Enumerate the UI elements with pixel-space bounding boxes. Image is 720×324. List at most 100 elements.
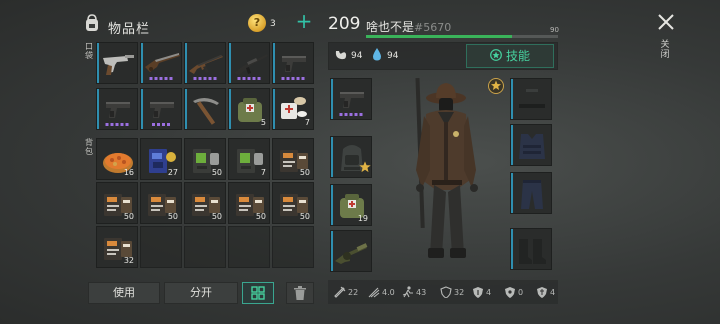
quick-slot[interactable]: 7 bbox=[272, 88, 314, 130]
combat-stat-value: 32 bbox=[454, 287, 465, 297]
rarity-dot bbox=[291, 77, 295, 80]
close-icon[interactable] bbox=[656, 12, 676, 32]
rarity-dot bbox=[169, 77, 173, 80]
slot-accent bbox=[511, 229, 513, 269]
quick-slot[interactable] bbox=[184, 42, 226, 84]
armor-slot[interactable] bbox=[510, 78, 552, 120]
player-name: 啥也不是#5670 bbox=[366, 18, 451, 35]
quick-slot[interactable] bbox=[272, 42, 314, 84]
quick-slot[interactable]: 5 bbox=[228, 88, 270, 130]
rarity-dot bbox=[149, 77, 153, 80]
shield-icon bbox=[473, 287, 483, 298]
item-quantity: 50 bbox=[255, 212, 266, 221]
empty-slot[interactable] bbox=[272, 226, 314, 268]
backpack-slot[interactable]: 50 bbox=[184, 138, 226, 180]
rarity-dot bbox=[110, 123, 114, 126]
boots-icon bbox=[519, 239, 546, 264]
rarity-dot bbox=[208, 77, 212, 80]
backpack-icon bbox=[86, 14, 98, 31]
backpack-slot[interactable]: 32 bbox=[96, 226, 138, 268]
damage-icon bbox=[334, 286, 346, 298]
slot-accent bbox=[185, 89, 187, 129]
slot-accent bbox=[229, 43, 231, 83]
backpack-slot[interactable]: 50 bbox=[272, 182, 314, 224]
backpack-slot[interactable]: 27 bbox=[140, 138, 182, 180]
rarity-dot bbox=[354, 113, 358, 116]
backpack-slot[interactable]: 50 bbox=[272, 138, 314, 180]
trash-icon bbox=[294, 286, 306, 300]
rarity-dots bbox=[281, 77, 305, 80]
combat-stat-value: 43 bbox=[416, 287, 427, 297]
run-icon bbox=[402, 286, 413, 298]
empty-slot[interactable] bbox=[140, 226, 182, 268]
rarity-dot bbox=[344, 113, 348, 116]
item-quantity: 50 bbox=[211, 212, 222, 221]
rarity-dots bbox=[193, 77, 217, 80]
rarity-dot bbox=[339, 113, 343, 116]
slot-accent bbox=[331, 231, 333, 271]
trash-button[interactable] bbox=[286, 282, 314, 304]
sort-grid-button[interactable] bbox=[242, 282, 274, 304]
armor-slot[interactable] bbox=[510, 172, 552, 214]
backpack-slot[interactable]: 50 bbox=[96, 182, 138, 224]
backpack-slot[interactable]: 16 bbox=[96, 138, 138, 180]
item-quantity: 50 bbox=[299, 212, 310, 221]
slot-accent bbox=[273, 43, 275, 83]
quick-slot[interactable] bbox=[96, 88, 138, 130]
rarity-dots bbox=[105, 123, 129, 126]
backpack-slot[interactable]: 50 bbox=[140, 182, 182, 224]
backpack-slot[interactable]: 7 bbox=[228, 138, 270, 180]
rarity-dot bbox=[159, 77, 163, 80]
equip-slot[interactable] bbox=[330, 78, 372, 120]
skills-icon bbox=[490, 49, 502, 61]
item-quantity: 5 bbox=[260, 118, 266, 127]
bio-icon bbox=[537, 287, 547, 298]
slot-accent bbox=[331, 79, 333, 119]
xp-max: 90 bbox=[550, 26, 559, 34]
backpack-slot[interactable]: 50 bbox=[228, 182, 270, 224]
helmet-icon bbox=[519, 87, 545, 108]
combat-stat: 4 bbox=[472, 286, 491, 298]
revolver-icon bbox=[103, 55, 134, 75]
quick-slot[interactable] bbox=[184, 88, 226, 130]
backpack-slot[interactable]: 50 bbox=[184, 182, 226, 224]
character-model bbox=[415, 77, 478, 258]
rarity-dot bbox=[193, 77, 197, 80]
quick-slot[interactable] bbox=[140, 42, 182, 84]
quick-slot[interactable] bbox=[140, 88, 182, 130]
rarity-dot bbox=[301, 77, 305, 80]
quick-slot[interactable] bbox=[228, 42, 270, 84]
split-button[interactable]: 分开 bbox=[164, 282, 238, 304]
xp-bar bbox=[366, 35, 558, 38]
rarity-dot bbox=[198, 77, 202, 80]
equip-slot[interactable] bbox=[330, 230, 372, 272]
empty-slot[interactable] bbox=[228, 226, 270, 268]
close-label[interactable]: 关闭 bbox=[660, 40, 670, 60]
rarity-dot bbox=[154, 77, 158, 80]
armor-slot[interactable] bbox=[510, 228, 552, 270]
combat-stat: 43 bbox=[402, 286, 426, 298]
quick-slot[interactable] bbox=[96, 42, 138, 84]
rarity-dot bbox=[281, 77, 285, 80]
player-level: 209 bbox=[328, 14, 361, 34]
rarity-dot bbox=[252, 77, 256, 80]
add-coins-button[interactable]: + bbox=[294, 11, 314, 32]
rarity-dot bbox=[237, 77, 241, 80]
rarity-dots bbox=[149, 77, 173, 80]
rarity-dot bbox=[349, 113, 353, 116]
backpack-star-icon bbox=[359, 161, 371, 173]
slot-accent bbox=[273, 89, 275, 129]
empty-slot[interactable] bbox=[184, 226, 226, 268]
stomach-icon bbox=[335, 51, 347, 60]
rarity-dots bbox=[152, 123, 170, 126]
armor-slot[interactable] bbox=[510, 124, 552, 166]
radiation-icon bbox=[505, 287, 515, 298]
use-button[interactable]: 使用 bbox=[88, 282, 160, 304]
water-value: 94 bbox=[387, 51, 399, 61]
skills-button[interactable]: 技能 bbox=[466, 44, 554, 68]
food-value: 94 bbox=[351, 51, 363, 61]
rarity-dot bbox=[162, 123, 165, 126]
equip-slot[interactable]: 19 bbox=[330, 184, 372, 226]
rarity-dot bbox=[242, 77, 246, 80]
rarity-dot bbox=[359, 113, 363, 116]
